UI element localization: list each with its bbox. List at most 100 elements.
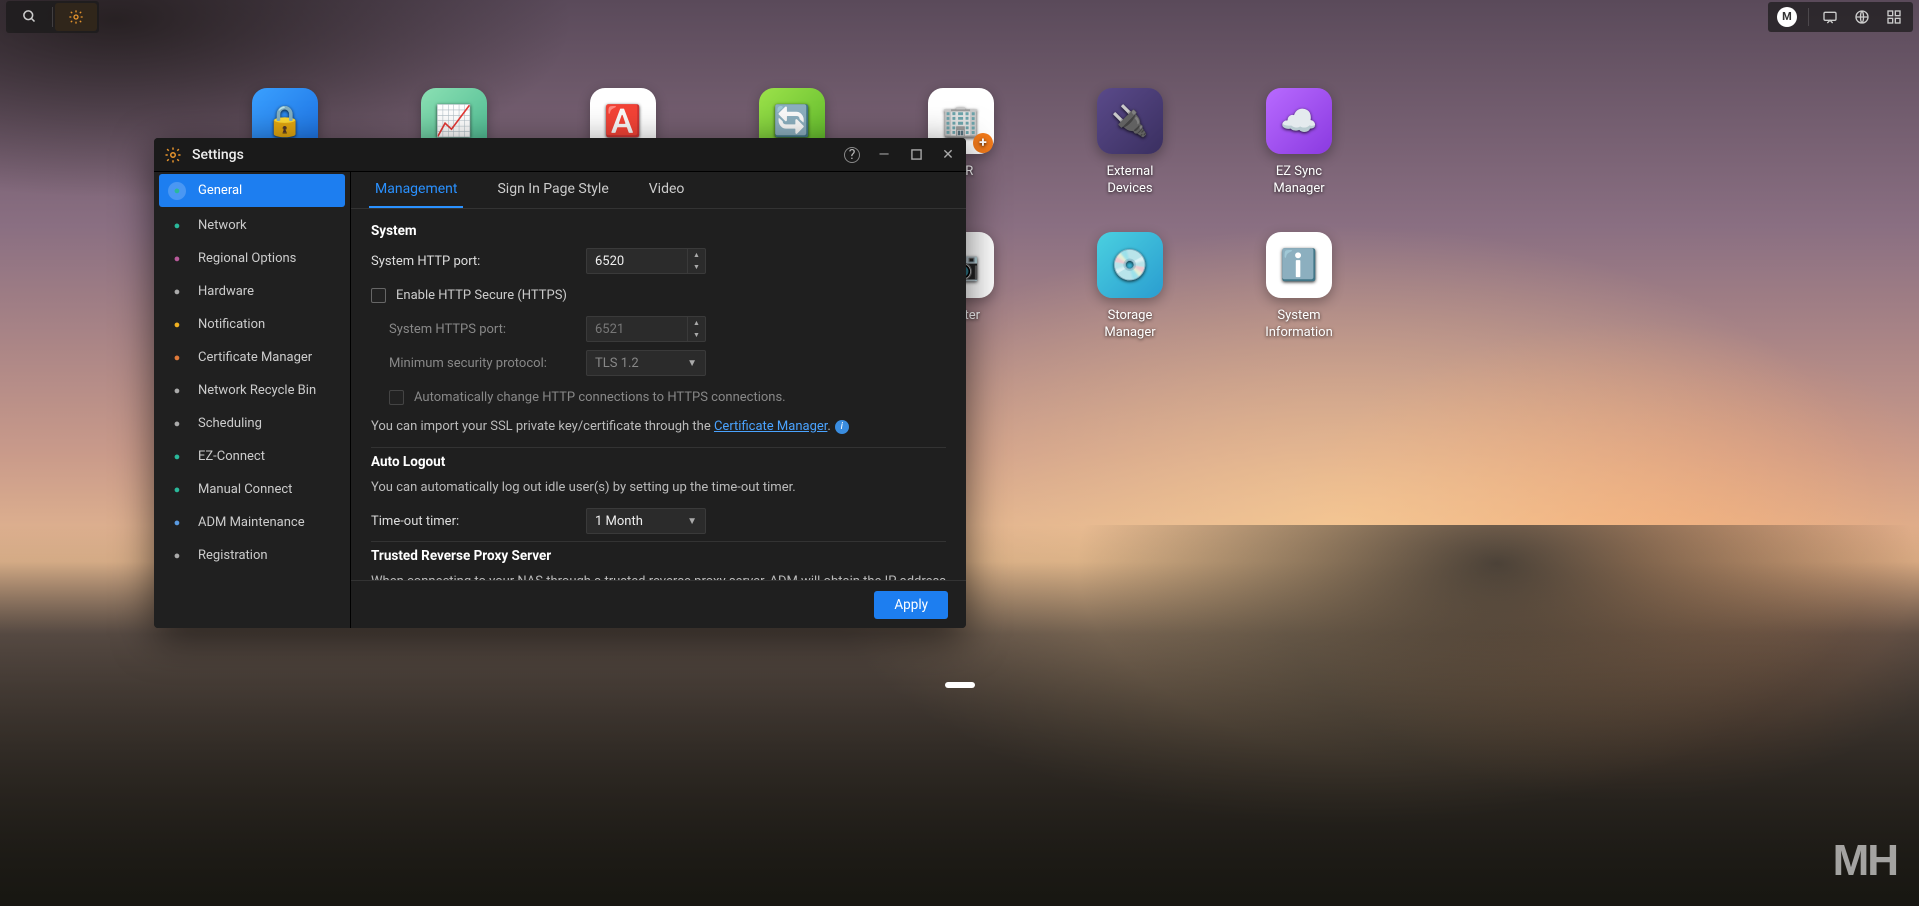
desktop-icon-extdev[interactable]: 🔌 External Devices: [1085, 88, 1175, 198]
watermark: MH: [1833, 836, 1897, 886]
help-icon: ?: [844, 147, 860, 163]
sidebar-icon: ●: [168, 250, 186, 268]
autologout-help: You can automatically log out idle user(…: [371, 478, 946, 498]
sidebar-item-label: Network Recycle Bin: [198, 383, 316, 398]
spin-down-icon[interactable]: ▼: [688, 261, 705, 273]
desktop-icon-ezsync[interactable]: ☁️ EZ Sync Manager: [1254, 88, 1344, 198]
checkbox-icon: [389, 390, 404, 405]
settings-window: Settings ? ― ✕ ●General●Network●Regional…: [154, 138, 966, 628]
minimize-button[interactable]: ―: [876, 147, 892, 163]
settings-sidebar: ●General●Network●Regional Options●Hardwa…: [154, 172, 351, 628]
sidebar-icon: ●: [168, 217, 186, 235]
app-glyph-icon: ℹ️: [1280, 248, 1317, 283]
timeout-select[interactable]: 1 Month ▼: [586, 508, 706, 534]
app-glyph-icon: 🔄: [773, 104, 810, 139]
badge-icon: +: [973, 133, 993, 153]
app-glyph-icon: 📈: [435, 104, 472, 139]
app-label: EZ Sync Manager: [1254, 164, 1344, 198]
sidebar-item-network[interactable]: ● Network: [154, 209, 350, 242]
section-autologout-title: Auto Logout: [371, 447, 946, 478]
settings-content: Management Sign In Page Style Video System…: [351, 172, 966, 628]
sidebar-item-scheduling[interactable]: ● Scheduling: [154, 407, 350, 440]
timeout-label: Time-out timer:: [371, 514, 586, 529]
sidebar-item-hardware[interactable]: ● Hardware: [154, 275, 350, 308]
https-port-label: System HTTPS port:: [371, 322, 586, 337]
tab-management[interactable]: Management: [369, 172, 463, 208]
sidebar-icon: ●: [168, 382, 186, 400]
auto-redirect-label: Automatically change HTTP connections to…: [414, 390, 786, 405]
enable-https-label: Enable HTTP Secure (HTTPS): [396, 288, 567, 303]
sidebar-item-registration[interactable]: ● Registration: [154, 539, 350, 572]
section-system-title: System: [371, 217, 946, 247]
app-glyph-icon: 💿: [1111, 248, 1148, 283]
app-tile: 🔌: [1097, 88, 1163, 154]
sidebar-item-label: Hardware: [198, 284, 254, 299]
app-label: Storage Manager: [1085, 308, 1175, 342]
proxy-help: When connecting to your NAS through a tr…: [371, 572, 946, 580]
sidebar-item-recycle[interactable]: ● Network Recycle Bin: [154, 374, 350, 407]
app-glyph-icon: 🏢: [942, 104, 979, 139]
sidebar-icon: ●: [168, 283, 186, 301]
sidebar-item-general[interactable]: ●General: [159, 174, 345, 207]
sidebar-item-notification[interactable]: ● Notification: [154, 308, 350, 341]
section-proxy-title: Trusted Reverse Proxy Server: [371, 541, 946, 572]
window-titlebar[interactable]: Settings ? ― ✕: [154, 138, 966, 172]
sidebar-item-adm[interactable]: ● ADM Maintenance: [154, 506, 350, 539]
spin-down-icon: ▼: [688, 329, 705, 341]
sidebar-item-label: Registration: [198, 548, 268, 563]
sidebar-item-regional[interactable]: ● Regional Options: [154, 242, 350, 275]
apply-button[interactable]: Apply: [874, 591, 948, 619]
spin-up-icon[interactable]: ▲: [688, 249, 705, 261]
http-port-field[interactable]: ▲▼: [586, 248, 706, 274]
maximize-button[interactable]: [908, 149, 924, 160]
min-proto-value: TLS 1.2: [595, 356, 639, 371]
sidebar-item-manual[interactable]: ● Manual Connect: [154, 473, 350, 506]
apply-bar: Apply: [351, 580, 966, 628]
info-icon[interactable]: i: [835, 420, 849, 434]
sidebar-item-ezconnect[interactable]: ●EZ-Connect: [154, 440, 350, 473]
cert-manager-link[interactable]: Certificate Manager: [714, 419, 827, 434]
sidebar-item-label: Network: [198, 218, 247, 233]
sidebar-item-label: General: [198, 183, 242, 198]
sidebar-icon: ●: [168, 514, 186, 532]
gear-icon: [164, 146, 182, 164]
sidebar-icon: ●: [168, 547, 186, 565]
dock-indicator[interactable]: [945, 682, 975, 688]
sidebar-icon: ●: [168, 481, 186, 499]
app-glyph-icon: 🅰️: [604, 104, 641, 139]
spin-up-icon: ▲: [688, 317, 705, 329]
app-tile: ☁️: [1266, 88, 1332, 154]
window-controls: ? ― ✕: [844, 147, 956, 163]
sidebar-item-label: Regional Options: [198, 251, 296, 266]
desktop-icon-storage[interactable]: 💿 Storage Manager: [1085, 232, 1175, 342]
ssl-help-text: You can import your SSL private key/cert…: [371, 417, 946, 437]
tabs: Management Sign In Page Style Video: [351, 172, 966, 209]
min-proto-select: TLS 1.2 ▼: [586, 350, 706, 376]
desktop-icon-sysinfo[interactable]: ℹ️System Information: [1254, 232, 1344, 342]
app-glyph-icon: 🔌: [1111, 104, 1148, 139]
close-button[interactable]: ✕: [940, 147, 956, 163]
sidebar-item-label: Scheduling: [198, 416, 262, 431]
sidebar-icon: ●: [168, 448, 186, 466]
sidebar-item-cert[interactable]: ●Certificate Manager: [154, 341, 350, 374]
app-glyph-icon: ☁️: [1280, 104, 1317, 139]
app-tile: ℹ️: [1266, 232, 1332, 298]
tab-video[interactable]: Video: [643, 172, 691, 208]
sidebar-item-label: Notification: [198, 317, 265, 332]
help-button[interactable]: ?: [844, 147, 860, 163]
app-label: External Devices: [1085, 164, 1175, 198]
http-port-label: System HTTP port:: [371, 254, 586, 269]
https-port-field: ▲▼: [586, 316, 706, 342]
sidebar-item-label: Certificate Manager: [198, 350, 312, 365]
sidebar-icon: ●: [168, 415, 186, 433]
enable-https-checkbox[interactable]: Enable HTTP Secure (HTTPS): [371, 288, 567, 303]
sidebar-icon: ●: [168, 316, 186, 334]
app-glyph-icon: 🔒: [266, 104, 303, 139]
tab-signin[interactable]: Sign In Page Style: [491, 172, 614, 208]
min-proto-label: Minimum security protocol:: [371, 356, 586, 371]
sidebar-item-label: Manual Connect: [198, 482, 292, 497]
chevron-down-icon: ▼: [687, 516, 697, 527]
sidebar-item-label: ADM Maintenance: [198, 515, 305, 530]
window-title: Settings: [192, 147, 244, 163]
checkbox-icon: [371, 288, 386, 303]
